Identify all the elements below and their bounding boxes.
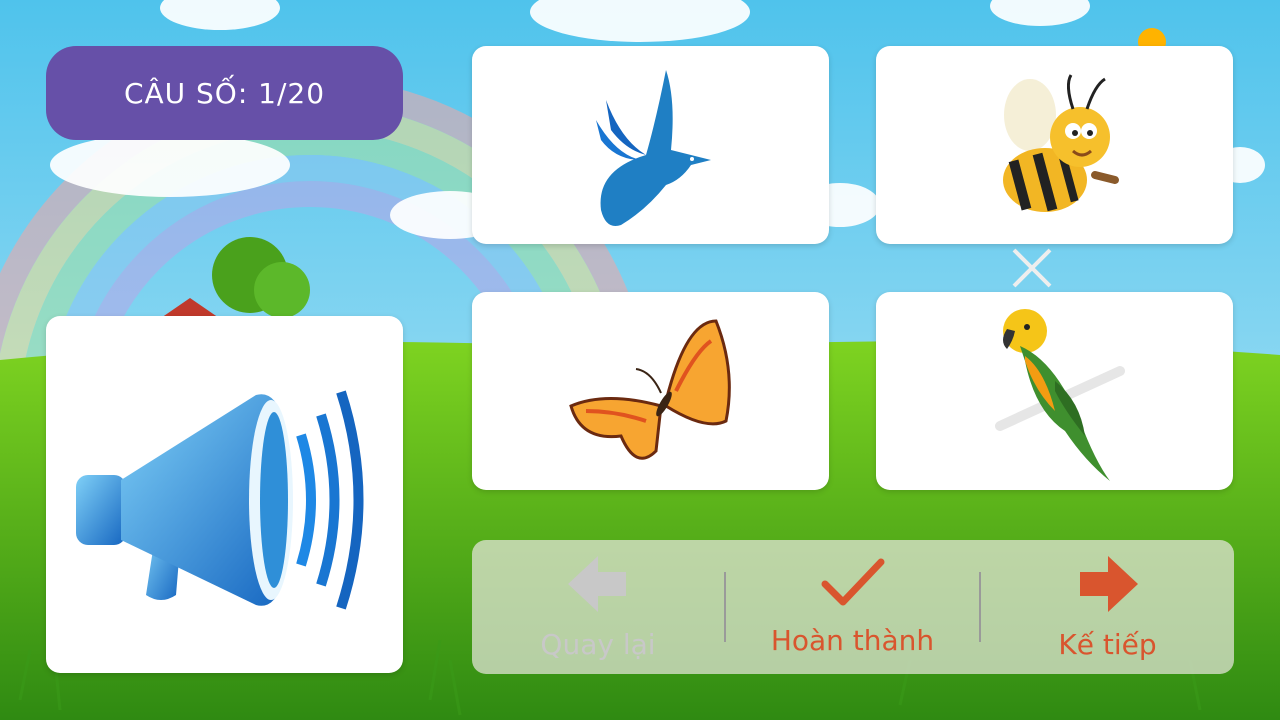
question-counter-label: CÂU SỐ: 1/20	[123, 76, 326, 110]
butterfly-icon	[568, 319, 731, 460]
next-button[interactable]: Kế tiếp	[981, 540, 1234, 674]
option-card-butterfly[interactable]	[472, 292, 829, 490]
bee-icon	[1002, 74, 1119, 212]
question-counter: CÂU SỐ: 1/20	[46, 46, 403, 140]
megaphone-icon	[76, 390, 364, 610]
option-card-dove[interactable]	[472, 46, 829, 244]
arrow-left-icon	[568, 556, 626, 612]
navigation-bar: Quay lại Hoàn thành Kế tiếp	[472, 540, 1234, 674]
option-card-bee[interactable]	[876, 46, 1233, 244]
dove-icon	[595, 70, 711, 226]
next-button-label: Kế tiếp	[1058, 628, 1157, 661]
arrow-right-icon	[1079, 556, 1138, 612]
option-card-parrot[interactable]	[876, 292, 1233, 490]
play-sound-button[interactable]	[46, 316, 403, 673]
back-button[interactable]: Quay lại	[472, 540, 724, 674]
finish-button[interactable]: Hoàn thành	[726, 540, 979, 674]
checkmark-icon	[821, 558, 884, 606]
finish-button-label: Hoàn thành	[770, 624, 935, 657]
back-button-label: Quay lại	[540, 628, 656, 661]
parrot-icon	[994, 309, 1125, 481]
